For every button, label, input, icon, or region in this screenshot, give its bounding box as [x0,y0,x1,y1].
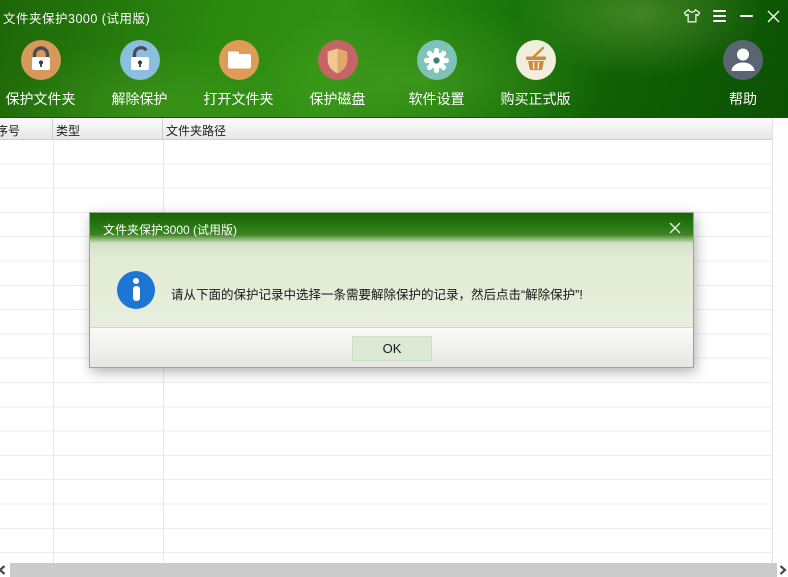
app-window: 文件夹保护3000 (试用版) [0,0,788,577]
dialog-titlebar[interactable]: 文件夹保护3000 (试用版) [90,213,693,243]
toolbar-button-unprotect[interactable]: 解除保护 [90,40,189,109]
dialog-message: 请从下面的保护记录中选择一条需要解除保护的记录，然后点击“解除保护”! [171,284,583,303]
message-dialog: 文件夹保护3000 (试用版) 请从下面的保护记录中选择一条需要解除保护的记录，… [89,212,694,368]
chevron-left-icon [0,565,6,575]
vertical-scrollbar-track[interactable] [772,118,788,563]
column-header-index[interactable]: 序号 [0,118,53,139]
toolbar-button-buy-full[interactable]: 购买正式版 [486,40,585,109]
scroll-left-button[interactable] [0,563,7,577]
shield-icon [318,40,358,80]
scroll-right-button[interactable] [778,563,788,577]
info-icon [117,271,155,309]
app-header: 文件夹保护3000 (试用版) [0,0,788,117]
lock-open-icon [120,40,160,80]
column-header-label: 序号 [0,122,20,139]
column-divider [53,140,54,563]
toolbar-button-label: 解除保护 [112,89,168,109]
column-header-label: 文件夹路径 [166,124,226,138]
tshirt-icon [683,8,701,24]
dialog-close-button[interactable] [667,220,683,236]
toolbar-button-label: 保护磁盘 [310,89,366,109]
window-titlebar[interactable]: 文件夹保护3000 (试用版) [0,0,788,30]
minimize-button[interactable] [737,7,755,25]
toolbar-button-open-folder[interactable]: 打开文件夹 [189,40,288,109]
toolbar-button-protect-folder[interactable]: 保护文件夹 [0,40,90,109]
window-title: 文件夹保护3000 (试用版) [3,8,150,27]
toolbar-button-label: 购买正式版 [501,89,571,109]
dialog-body: 请从下面的保护记录中选择一条需要解除保护的记录，然后点击“解除保护”! [90,243,693,329]
toolbar-button-label: 帮助 [729,89,757,109]
gear-icon [417,40,457,80]
close-button[interactable] [764,7,782,25]
toolbar-button-help[interactable]: 帮助 [708,40,778,109]
toolbar: 保护文件夹 解除保护 [0,40,788,109]
dialog-footer: OK [90,327,693,367]
toolbar-button-label: 保护文件夹 [6,89,76,109]
person-icon [723,40,763,80]
column-header-type[interactable]: 类型 [53,118,163,139]
close-icon [767,10,780,23]
window-controls [683,7,782,25]
minimize-icon [740,15,753,17]
hamburger-icon [713,10,726,21]
toolbar-button-protect-disk[interactable]: 保护磁盘 [288,40,387,109]
dialog-title: 文件夹保护3000 (试用版) [103,221,237,238]
toolbar-button-label: 打开文件夹 [204,89,274,109]
folder-icon [219,40,259,80]
column-header-label: 类型 [56,124,80,138]
theme-button[interactable] [683,7,701,25]
menu-button[interactable] [710,7,728,25]
horizontal-scrollbar-thumb[interactable] [10,563,777,577]
toolbar-button-settings[interactable]: 软件设置 [387,40,486,109]
toolbar-button-label: 软件设置 [409,89,465,109]
close-icon [669,222,681,234]
ok-button[interactable]: OK [352,336,432,361]
basket-icon [516,40,556,80]
chevron-right-icon [779,565,787,575]
column-header-path[interactable]: 文件夹路径 [163,118,788,139]
table-header: 序号 类型 文件夹路径 [0,117,788,140]
lock-closed-icon [21,40,61,80]
horizontal-scrollbar [0,563,788,577]
